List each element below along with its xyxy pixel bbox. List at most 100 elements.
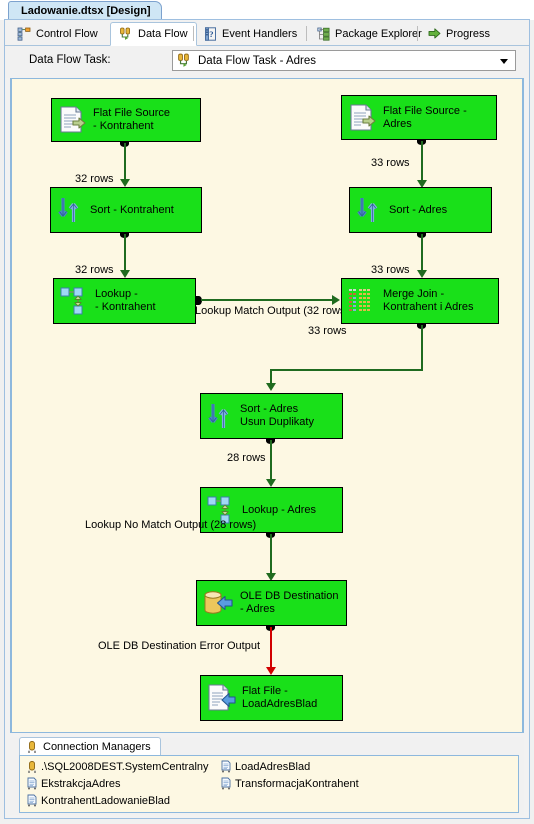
tab-data-flow[interactable]: Data Flow	[110, 22, 197, 46]
merge-join-icon	[347, 286, 377, 316]
component-label: Flat File - LoadAdresBlad	[242, 685, 318, 710]
connection-managers-list[interactable]: .\SQL2008DEST.SystemCentralny Ekstrakcja…	[19, 755, 519, 813]
data-flow-surface[interactable]: Flat File Source - Kontrahent 32 rows So…	[12, 79, 522, 732]
path-sort-to-mergejoin-adres[interactable]	[421, 234, 423, 272]
view-tabstrip: Control Flow Data Flow ? Event Handlers …	[5, 20, 529, 46]
path-label-lookup-match-output: Lookup Match Output (32 rows)	[195, 305, 350, 317]
tab-control-flow[interactable]: Control Flow	[9, 22, 106, 45]
connection-manager-item[interactable]: .\SQL2008DEST.SystemCentralny	[26, 760, 209, 774]
flat-file-connection-icon	[26, 794, 38, 808]
flat-file-connection-icon	[26, 777, 38, 791]
control-flow-icon	[17, 27, 31, 41]
component-label: Flat File Source - Kontrahent	[93, 107, 171, 132]
path-arrow	[266, 479, 276, 487]
component-label: Lookup - - Kontrahent	[95, 288, 156, 313]
component-label: Flat File Source - Adres	[383, 104, 467, 130]
package-explorer-icon	[317, 27, 330, 41]
path-arrow	[120, 179, 130, 187]
tab-package-explorer[interactable]: Package Explorer	[309, 22, 430, 45]
data-flow-canvas[interactable]: Flat File Source - Kontrahent 32 rows So…	[10, 78, 524, 733]
connection-manager-item[interactable]: EkstrakcjaAdres	[26, 777, 120, 791]
component-label: Sort - Adres Usun Duplikaty	[240, 403, 314, 428]
tab-event-handlers[interactable]: ? Event Handlers	[196, 22, 305, 45]
ole-db-destination-icon	[202, 588, 234, 618]
lookup-icon	[59, 285, 89, 317]
tab-data-flow-label: Data Flow	[138, 28, 188, 40]
path-label-rows: 32 rows	[75, 173, 114, 185]
path-mergejoin-vertical[interactable]	[421, 325, 423, 371]
connection-managers-tabstrip: Connection Managers	[10, 737, 524, 756]
connection-manager-item[interactable]: LoadAdresBlad	[220, 760, 310, 774]
path-label-rows: 32 rows	[75, 264, 114, 276]
path-ole-db-error-output[interactable]	[270, 627, 272, 671]
connection-manager-name: TransformacjaKontrahent	[235, 778, 359, 790]
sort-icon	[355, 195, 383, 225]
component-flat-file-loadadresblad[interactable]: Flat File - LoadAdresBlad	[200, 675, 343, 721]
component-sort-adres-usun-duplikaty[interactable]: Sort - Adres Usun Duplikaty	[200, 393, 343, 439]
connection-managers-tab-label: Connection Managers	[43, 741, 151, 753]
sort-icon	[56, 195, 84, 225]
connection-managers-panel: Connection Managers .\SQL2008DEST.System…	[10, 737, 524, 815]
progress-icon	[428, 27, 441, 40]
component-ole-db-destination-adres[interactable]: OLE DB Destination - Adres	[196, 580, 347, 626]
component-label: Lookup - Adres	[242, 503, 316, 516]
document-tab-ladowanie-dtsx[interactable]: Ladowanie.dtsx [Design]	[8, 1, 162, 20]
connection-manager-name: KontrahentLadowanieBlad	[41, 795, 171, 807]
component-lookup-kontrahent[interactable]: Lookup - - Kontrahent	[53, 278, 196, 324]
flat-file-source-icon	[57, 105, 87, 135]
connection-manager-name: .\SQL2008DEST.SystemCentralny	[41, 761, 209, 773]
path-label-rows: 33 rows	[371, 264, 410, 276]
component-sort-kontrahent[interactable]: Sort - Kontrahent	[50, 187, 202, 233]
path-label-ole-db-error-output: OLE DB Destination Error Output	[98, 640, 261, 652]
component-flat-file-source-adres[interactable]: Flat File Source - Adres	[341, 95, 497, 140]
path-ffs-to-sort-kontrahent[interactable]	[124, 143, 126, 181]
component-sort-adres[interactable]: Sort - Adres	[349, 187, 492, 233]
flat-file-destination-icon	[206, 683, 236, 713]
task-selector-label: Data Flow Task:	[29, 54, 111, 66]
connection-manager-item[interactable]: TransformacjaKontrahent	[220, 777, 359, 791]
tab-separator-2	[306, 26, 307, 41]
flat-file-connection-icon	[220, 760, 232, 774]
data-flow-icon	[177, 53, 192, 68]
event-handlers-icon: ?	[204, 26, 217, 41]
path-arrow	[266, 667, 276, 675]
component-label: Merge Join - Kontrahent i Adres	[383, 288, 474, 313]
data-flow-icon	[119, 27, 133, 41]
path-mergejoin-horizontal[interactable]	[270, 369, 423, 371]
path-lookup-to-mergejoin[interactable]	[201, 299, 337, 301]
data-flow-task-dropdown[interactable]: Data Flow Task - Adres	[172, 50, 516, 71]
connection-manager-item[interactable]: KontrahentLadowanieBlad	[26, 794, 170, 808]
connection-manager-name: EkstrakcjaAdres	[41, 778, 121, 790]
tab-progress-label: Progress	[446, 27, 491, 40]
task-selector-row: Data Flow Task: Data Flow Task - Adres	[5, 46, 529, 78]
component-flat-file-source-kontrahent[interactable]: Flat File Source - Kontrahent	[51, 98, 201, 142]
component-label: OLE DB Destination - Adres	[240, 590, 339, 615]
path-lookup-no-match-output[interactable]	[270, 534, 272, 577]
connection-manager-icon	[26, 740, 38, 754]
tab-package-explorer-label: Package Explorer	[335, 27, 422, 40]
document-tabstrip: Ladowanie.dtsx [Design]	[0, 0, 534, 20]
tab-separator-3	[417, 26, 418, 41]
tab-connection-managers[interactable]: Connection Managers	[19, 737, 161, 756]
data-flow-task-value: Data Flow Task - Adres	[198, 54, 317, 67]
path-arrow	[332, 295, 340, 305]
flat-file-source-icon	[347, 103, 377, 133]
component-merge-join[interactable]: Merge Join - Kontrahent i Adres	[341, 278, 499, 324]
designer-frame: Control Flow Data Flow ? Event Handlers …	[4, 19, 530, 819]
tab-event-handlers-label: Event Handlers	[222, 27, 298, 40]
tab-progress[interactable]: Progress	[420, 22, 498, 45]
path-arrow	[417, 270, 427, 278]
sort-icon	[206, 401, 234, 431]
component-label: Sort - Adres	[389, 203, 448, 216]
path-label-lookup-no-match-output: Lookup No Match Output (28 rows)	[85, 519, 257, 531]
component-label: Sort - Kontrahent	[90, 203, 174, 216]
ssis-data-flow-designer: Ladowanie.dtsx [Design] Control Flow Dat…	[0, 0, 534, 824]
svg-text:?: ?	[209, 29, 213, 39]
tab-separator-1	[193, 26, 194, 41]
path-sortdup-to-lookup-adres[interactable]	[270, 440, 272, 481]
path-ffs-to-sort-adres[interactable]	[421, 141, 423, 183]
chevron-down-icon[interactable]	[500, 59, 508, 64]
path-sort-to-lookup-kontrahent[interactable]	[124, 234, 126, 272]
path-label-rows: 33 rows	[371, 157, 410, 169]
ole-db-connection-icon	[26, 760, 38, 774]
